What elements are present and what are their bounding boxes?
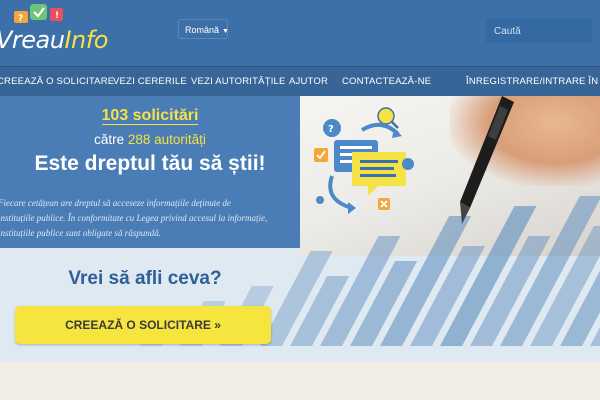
intro-line: instituțiile publice sunt obligate să ră… bbox=[0, 228, 161, 238]
authorities-count-link[interactable]: 288 autorități bbox=[128, 132, 206, 147]
intro-text: Fiecare cetățean are dreptul să acceseze… bbox=[0, 196, 294, 241]
pen-icon bbox=[460, 96, 514, 224]
svg-text:?: ? bbox=[328, 124, 334, 135]
question-heading: Vrei să afli ceva? bbox=[68, 268, 222, 289]
main-nav: CREEAZĂ O SOLICITARE VEZI CERERILE VEZI … bbox=[0, 66, 600, 96]
intro-line: instituțiile publice. În conformitate cu… bbox=[0, 213, 268, 223]
requests-count-link[interactable]: 103 solicitări bbox=[101, 107, 199, 125]
create-request-cta-button[interactable]: CREEAZĂ O SOLICITARE » bbox=[15, 306, 271, 344]
nav-item-help[interactable]: AJUTOR bbox=[289, 76, 328, 87]
nav-item-view-authorities[interactable]: VEZI AUTORITĂȚILE bbox=[191, 76, 286, 87]
intro-line: Fiecare cetățean are dreptul să acceseze… bbox=[0, 198, 231, 208]
authorities-prefix: către bbox=[94, 132, 125, 147]
search-input[interactable] bbox=[486, 19, 592, 43]
authorities-count: către 288 autorități bbox=[0, 132, 300, 147]
logo-text-info: Info bbox=[64, 26, 108, 54]
site-header: ? ! VreauInfo Română ▼ bbox=[0, 0, 600, 66]
svg-text:?: ? bbox=[18, 14, 23, 24]
page-bottom-strip bbox=[0, 362, 600, 400]
nav-item-view-requests[interactable]: VEZI CERERILE bbox=[113, 76, 187, 87]
logo-text-vreau: Vreau bbox=[0, 26, 65, 54]
document-exchange-icon: ? bbox=[314, 107, 414, 214]
site-logo[interactable]: VreauInfo bbox=[0, 26, 108, 54]
svg-text:!: ! bbox=[55, 11, 59, 21]
nav-item-create-request[interactable]: CREEAZĂ O SOLICITARE bbox=[0, 76, 114, 87]
requests-count[interactable]: 103 solicitări bbox=[0, 107, 300, 125]
caret-down-icon: ▼ bbox=[222, 28, 229, 35]
language-selector[interactable]: Română ▼ bbox=[178, 19, 229, 39]
slogan-heading: Este dreptul tău să știi! bbox=[34, 152, 266, 175]
stats-panel: 103 solicitări către 288 autorități Este… bbox=[0, 96, 300, 248]
nav-item-register-login[interactable]: ÎNREGISTRARE/INTRARE ÎN CONT bbox=[466, 76, 600, 87]
language-selector-label: Română bbox=[185, 25, 220, 35]
nav-item-contact[interactable]: CONTACTEAZĂ-NE bbox=[342, 76, 431, 87]
logo-speech-bubbles-icon: ? ! bbox=[14, 4, 63, 24]
